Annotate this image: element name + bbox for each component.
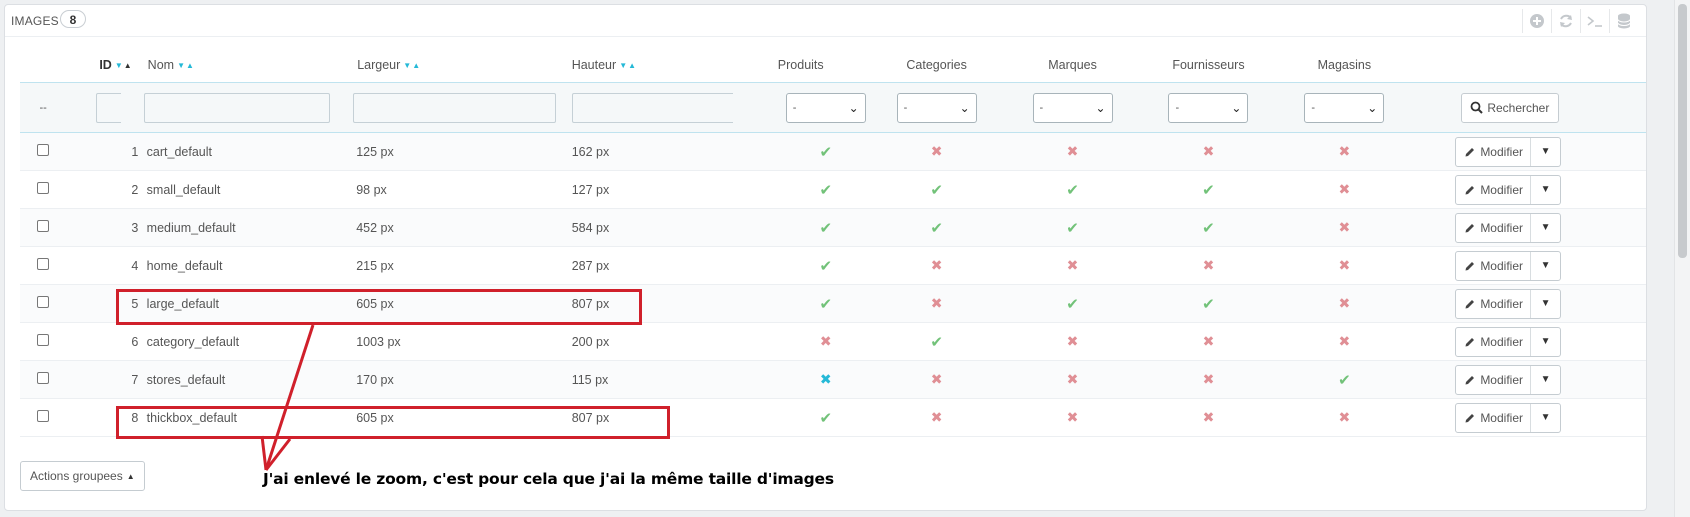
annotation-text: J'ai enlevé le zoom, c'est pour cela que… [263,470,834,488]
scrollbar[interactable] [1674,0,1690,517]
scrollbar-thumb[interactable] [1678,4,1687,258]
annotation-arrow [260,324,315,471]
